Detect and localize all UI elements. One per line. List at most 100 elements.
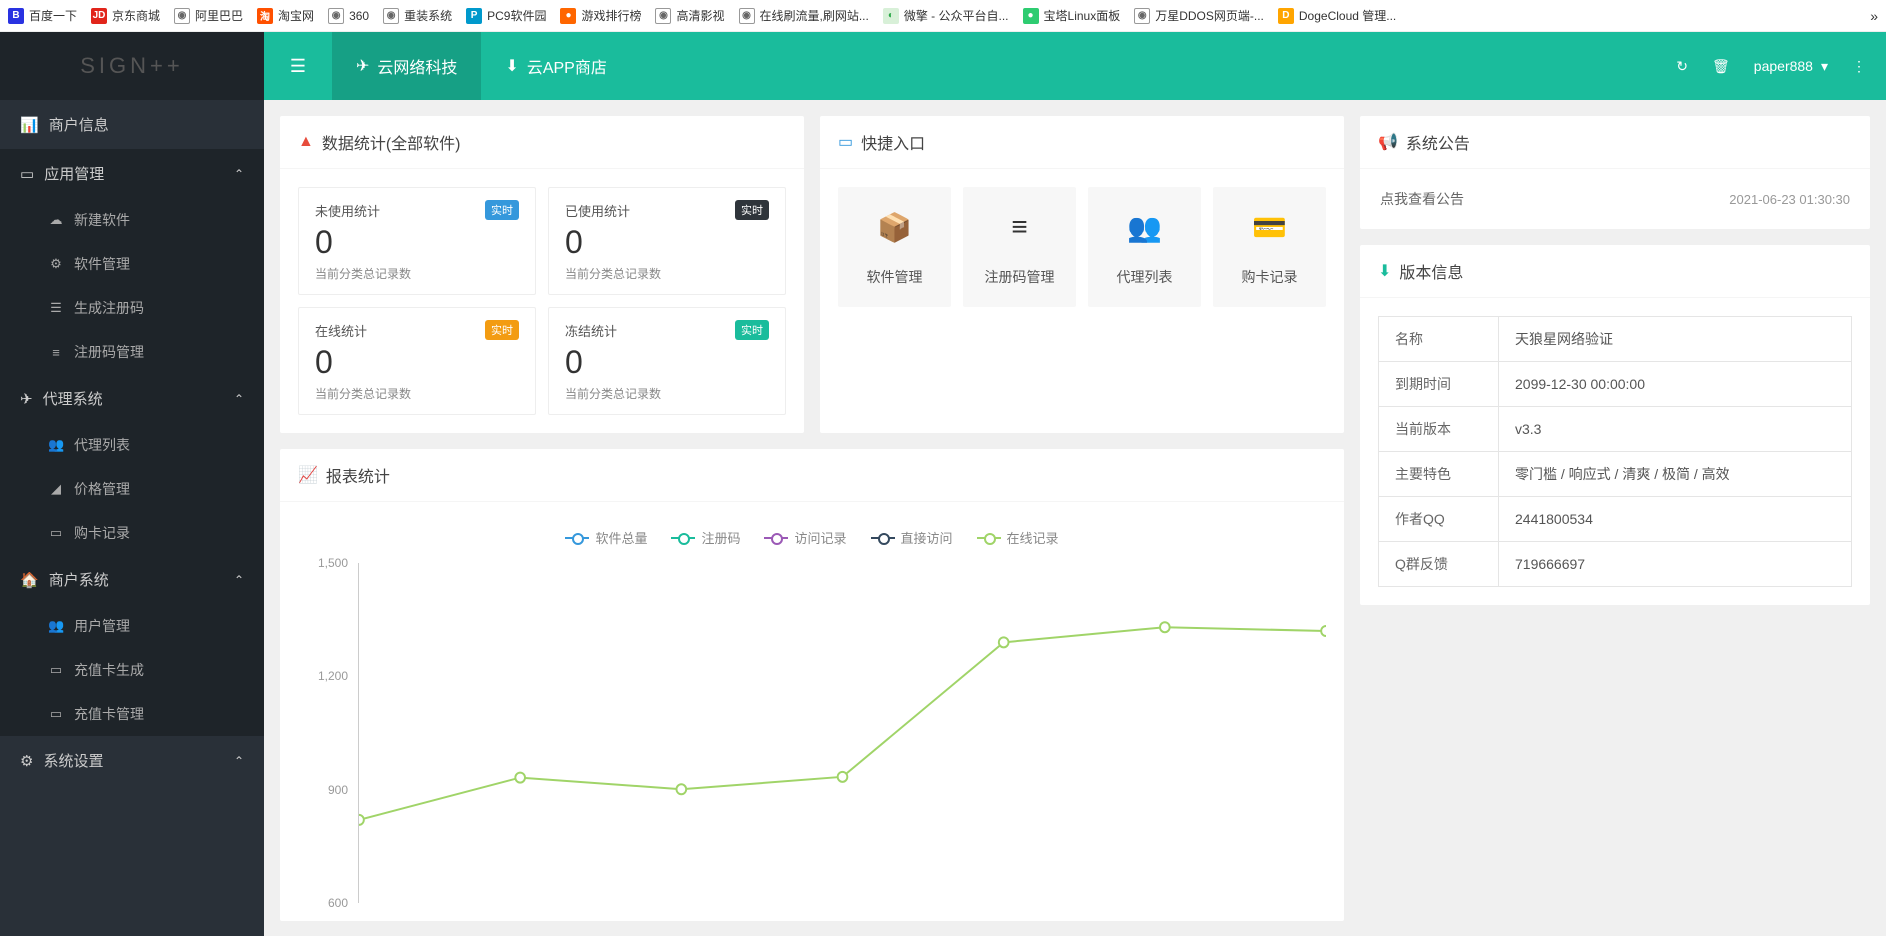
- sidebar-sub-label: 购卡记录: [74, 523, 130, 543]
- nav-sub-icon: ≡: [48, 345, 64, 360]
- bookmark-item[interactable]: JD京东商城: [91, 7, 160, 24]
- sidebar-subitem[interactable]: ⚙软件管理: [0, 242, 264, 286]
- stats-panel: ▲ 数据统计(全部软件) 未使用统计实时0当前分类总记录数已使用统计实时0当前分…: [280, 116, 804, 433]
- sidebar-subitem[interactable]: ☰生成注册码: [0, 286, 264, 330]
- nav-sub-icon: ◢: [48, 481, 64, 497]
- stat-value: 0: [315, 344, 519, 381]
- quick-item[interactable]: 📦软件管理: [838, 187, 951, 307]
- bookmark-label: PC9软件园: [487, 7, 546, 24]
- version-value: 零门槛 / 响应式 / 清爽 / 极简 / 高效: [1499, 452, 1852, 497]
- chart-point[interactable]: [515, 773, 525, 783]
- stat-card: 未使用统计实时0当前分类总记录数: [298, 187, 536, 295]
- favicon: ●: [1023, 8, 1039, 24]
- sidebar-subitem[interactable]: ≡ 注册码管理: [0, 330, 264, 374]
- bookmark-item[interactable]: ●宝塔Linux面板: [1023, 7, 1121, 24]
- sidebar-sub-label: 注册码管理: [74, 342, 144, 362]
- sidebar-item-app-mgmt[interactable]: ▭ 应用管理 ⌃: [0, 149, 264, 198]
- panel-body: 未使用统计实时0当前分类总记录数已使用统计实时0当前分类总记录数在线统计实时0当…: [280, 169, 804, 433]
- sidebar-subitem[interactable]: ☁新建软件: [0, 198, 264, 242]
- chart-point[interactable]: [1160, 622, 1170, 632]
- sidebar-sub-label: 代理列表: [74, 435, 130, 455]
- announce-row[interactable]: 点我查看公告 2021-06-23 01:30:30: [1360, 169, 1870, 229]
- dashboard-icon: 📊: [20, 116, 39, 134]
- sidebar-label: 商户系统: [49, 569, 109, 590]
- stat-badge: 实时: [735, 320, 769, 340]
- quick-item[interactable]: ≡注册码管理: [963, 187, 1076, 307]
- bookmark-label: 京东商城: [112, 7, 160, 24]
- bookmark-item[interactable]: ◉在线刷流量,刷网站...: [739, 7, 869, 24]
- trash-icon[interactable]: 🗑: [1712, 58, 1730, 75]
- nav-sub-icon: ⚙: [48, 256, 64, 272]
- bookmark-label: 高清影视: [676, 7, 724, 24]
- bookmark-item[interactable]: B百度一下: [8, 7, 77, 24]
- quick-label: 注册码管理: [963, 267, 1076, 287]
- sidebar-sub-label: 价格管理: [74, 479, 130, 499]
- version-key: Q群反馈: [1379, 542, 1499, 587]
- refresh-icon[interactable]: ↻: [1676, 58, 1688, 75]
- quick-label: 代理列表: [1088, 267, 1201, 287]
- chart-point[interactable]: [999, 637, 1009, 647]
- sidebar-subitem[interactable]: ▭充值卡管理: [0, 692, 264, 736]
- version-key: 主要特色: [1379, 452, 1499, 497]
- legend-label: 软件总量: [595, 528, 647, 547]
- version-value: 2441800534: [1499, 497, 1852, 542]
- favicon: B: [8, 8, 24, 24]
- bookmark-item[interactable]: ◉阿里巴巴: [174, 7, 243, 24]
- sidebar-item-merchant-info[interactable]: 📊 商户信息: [0, 100, 264, 149]
- bookmark-item[interactable]: ◉高清影视: [655, 7, 724, 24]
- sidebar-item-agent-sys[interactable]: ✈ 代理系统 ⌃: [0, 374, 264, 423]
- bookmarks-more-icon[interactable]: »: [1870, 8, 1878, 24]
- stat-value: 0: [565, 344, 769, 381]
- sidebar-subitem[interactable]: ◢ 价格管理: [0, 467, 264, 511]
- sidebar-item-sys-settings[interactable]: ⚙ 系统设置 ⌃: [0, 736, 264, 785]
- chevron-up-icon: ⌃: [234, 167, 244, 181]
- version-key: 名称: [1379, 317, 1499, 362]
- tab-cloud-tech[interactable]: ✈ 云网络科技: [332, 32, 481, 100]
- table-row: 名称天狼星网络验证: [1379, 317, 1852, 362]
- legend-item[interactable]: 访问记录: [764, 528, 846, 547]
- nav-sub-icon: 👥: [48, 618, 64, 634]
- chart-point[interactable]: [676, 784, 686, 794]
- sidebar-subitem[interactable]: 👥代理列表: [0, 423, 264, 467]
- nav-sub-icon: ▭: [48, 706, 64, 722]
- more-icon[interactable]: ⋮: [1852, 58, 1866, 75]
- quick-item[interactable]: 💳购卡记录: [1213, 187, 1326, 307]
- bookmark-item[interactable]: ◉360: [328, 8, 369, 24]
- building-icon: 🏠: [20, 571, 39, 589]
- sidebar-subitem[interactable]: 👥用户管理: [0, 604, 264, 648]
- tab-label: 云APP商店: [527, 54, 607, 78]
- menu-toggle-icon[interactable]: ☰: [264, 32, 332, 100]
- y-tick: 1,200: [318, 669, 348, 683]
- legend-item[interactable]: 注册码: [671, 528, 740, 547]
- table-row: 到期时间2099-12-30 00:00:00: [1379, 362, 1852, 407]
- quick-item[interactable]: 👥代理列表: [1088, 187, 1201, 307]
- sidebar-item-merchant-sys[interactable]: 🏠 商户系统 ⌃: [0, 555, 264, 604]
- sidebar-subitem[interactable]: ▭充值卡生成: [0, 648, 264, 692]
- legend-marker: [565, 532, 589, 544]
- sidebar-label: 应用管理: [44, 163, 104, 184]
- bookmark-item[interactable]: ◐微擎 - 公众平台自...: [883, 7, 1009, 24]
- topbar-right: ↻ 🗑 paper888 ▾ ⋮: [1676, 58, 1886, 75]
- bookmark-item[interactable]: ●游戏排行榜: [560, 7, 641, 24]
- panel-header: 📢 系统公告: [1360, 116, 1870, 169]
- bookmark-item[interactable]: 淘淘宝网: [257, 7, 314, 24]
- legend-label: 注册码: [701, 528, 740, 547]
- legend-item[interactable]: 在线记录: [977, 528, 1059, 547]
- user-menu[interactable]: paper888 ▾: [1754, 58, 1828, 75]
- bookmark-item[interactable]: ◉重装系统: [383, 7, 452, 24]
- chart-point[interactable]: [1321, 626, 1326, 636]
- legend-item[interactable]: 软件总量: [565, 528, 647, 547]
- legend-item[interactable]: 直接访问: [871, 528, 953, 547]
- chart-point[interactable]: [359, 815, 364, 825]
- chart-point[interactable]: [838, 772, 848, 782]
- bookmark-item[interactable]: PPC9软件园: [466, 7, 546, 24]
- tab-app-store[interactable]: ⬇ 云APP商店: [481, 32, 630, 100]
- sidebar-sub-label: 生成注册码: [74, 298, 144, 318]
- stat-value: 0: [565, 224, 769, 261]
- version-value: 719666697: [1499, 542, 1852, 587]
- favicon: ◉: [1134, 8, 1150, 24]
- bookmark-item[interactable]: DDogeCloud 管理...: [1278, 7, 1396, 24]
- sidebar-subitem[interactable]: ▭购卡记录: [0, 511, 264, 555]
- panel-title: 报表统计: [326, 463, 390, 487]
- bookmark-item[interactable]: ◉万星DDOS网页端-...: [1134, 7, 1264, 24]
